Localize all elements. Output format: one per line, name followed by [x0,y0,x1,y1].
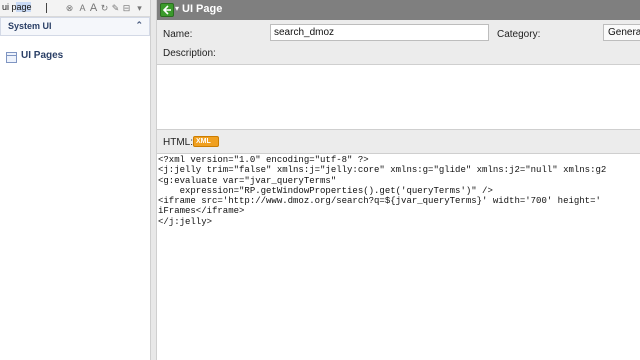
code-line: expression="RP.getWindowProperties().get… [158,185,493,196]
form-title-bar: ▾ UI Page [157,0,640,20]
collapse-up-icon[interactable]: ⌃ [135,20,143,31]
application-navigator: ⊗ A A ↻ ✎ ⊟ ▾ System UI ⌃ UI Pages [0,0,150,360]
code-line: <j:jelly trim="false" xmlns:j="jelly:cor… [158,165,607,176]
list-module-icon [6,52,17,63]
context-menu-icon[interactable]: ▾ [175,4,179,13]
navigator-splitter[interactable] [150,0,157,360]
xml-badge-icon: XML [193,136,219,147]
refresh-icon[interactable]: ↻ [99,2,110,14]
module-item-ui-pages[interactable]: UI Pages [6,50,126,64]
form-title: UI Page [182,3,223,15]
category-select[interactable]: General [603,24,640,41]
code-line: <?xml version="1.0" encoding="utf-8" ?> [158,155,369,165]
navigator-filter-input[interactable] [2,1,46,13]
form-body: Name: Category: General Description: HTM… [157,20,640,360]
code-line: </j:jelly> [158,216,213,227]
name-field[interactable] [270,24,489,41]
category-label: Category: [497,29,541,40]
dropdown-arrow-icon[interactable]: ▾ [134,2,145,14]
application-label: System UI [8,21,52,31]
html-label: HTML: [163,137,193,148]
font-decrease-icon[interactable]: A [77,2,88,14]
code-line: <g:evaluate var="jvar_queryTerms" [158,175,337,186]
font-increase-icon[interactable]: A [88,2,99,14]
name-label: Name: [163,29,193,40]
form-pane: ▾ UI Page Name: Category: General Descri… [157,0,640,360]
description-label: Description: [163,48,216,59]
html-code-lines: <?xml version="1.0" encoding="utf-8" ?> <… [158,155,606,227]
back-arrow-icon [162,5,171,15]
application-header-system-ui[interactable]: System UI ⌃ [0,17,150,36]
code-line: <iframe src='http://www.dmoz.org/search?… [158,196,601,207]
navigator-filter-bar: ⊗ A A ↻ ✎ ⊟ ▾ [0,0,150,17]
collapse-all-icon[interactable]: ⊟ [121,2,132,14]
html-code-editor[interactable]: <?xml version="1.0" encoding="utf-8" ?> <… [157,153,640,360]
edit-icon[interactable]: ✎ [110,2,121,14]
code-line: iFrames</iframe> [158,206,245,217]
text-cursor-icon [46,3,47,13]
back-button[interactable] [160,3,174,17]
description-field[interactable] [157,64,640,130]
module-label: UI Pages [21,50,64,61]
clear-filter-icon[interactable]: ⊗ [64,2,75,14]
